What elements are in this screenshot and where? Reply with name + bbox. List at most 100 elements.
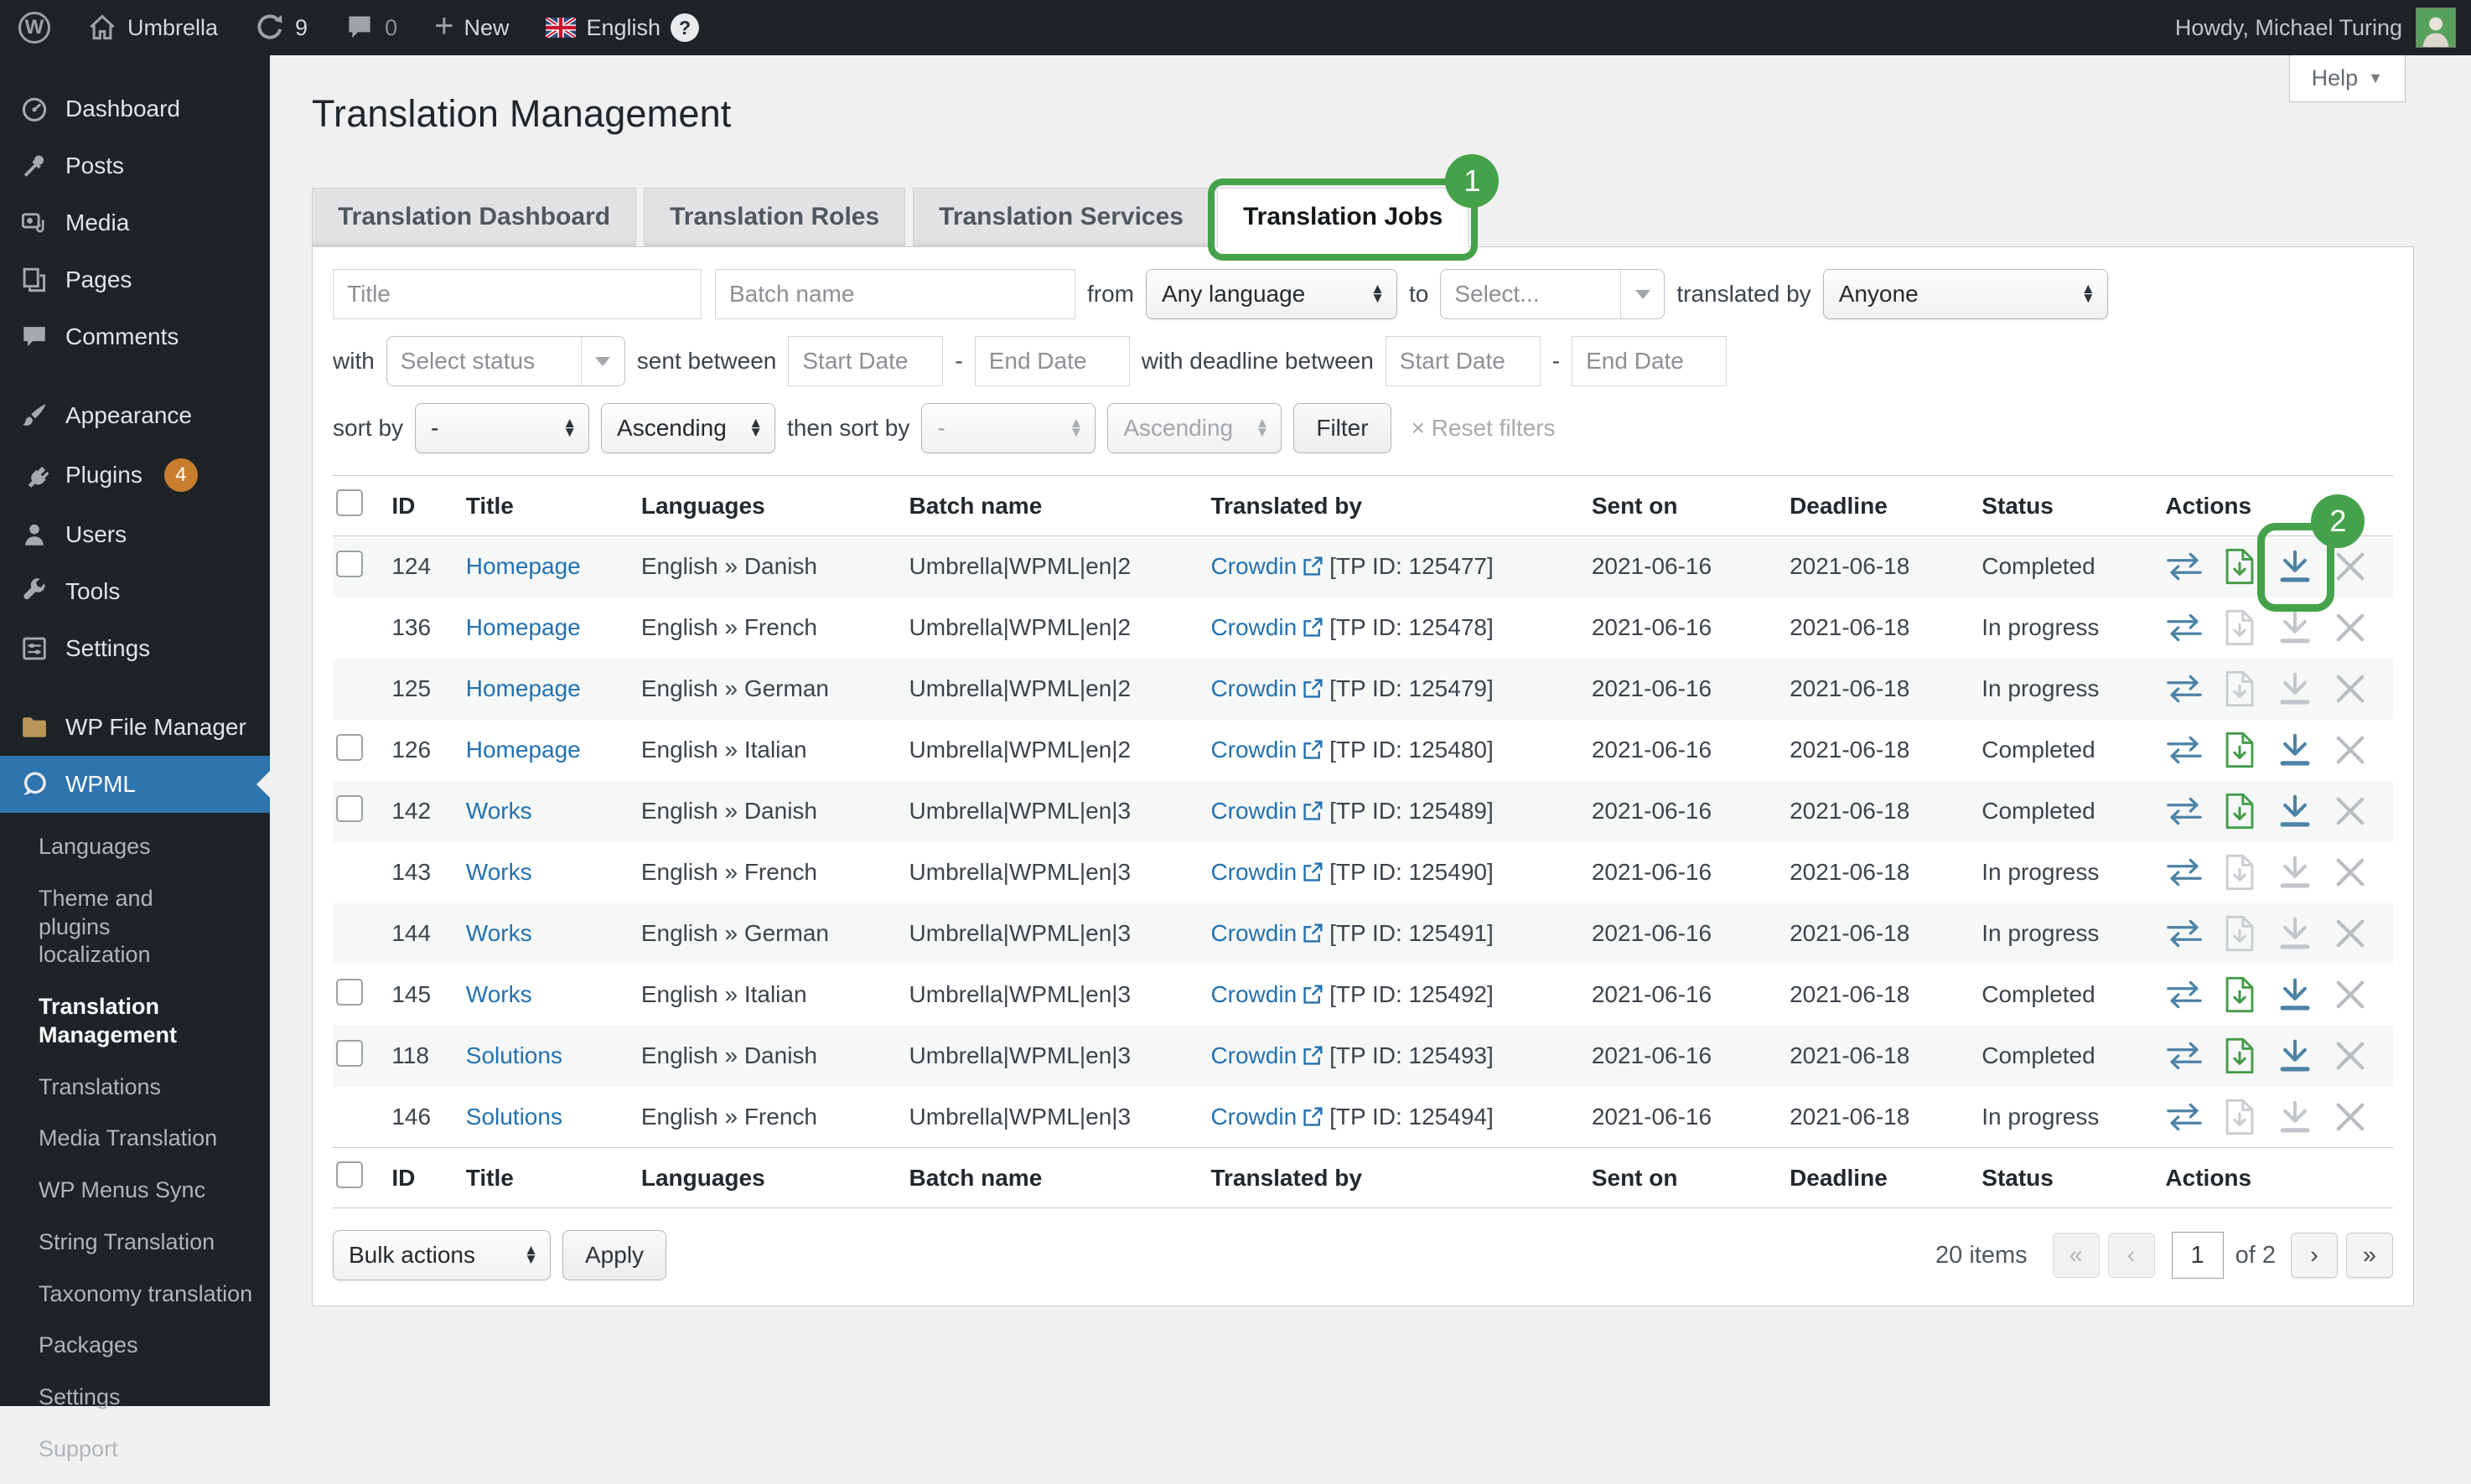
cancel-job-icon[interactable] [2331, 976, 2370, 1013]
wp-logo-menu[interactable]: W [0, 0, 69, 55]
download-xliff-icon[interactable] [2220, 1099, 2259, 1135]
download-translation-icon[interactable] [2276, 1099, 2314, 1135]
tab-translation-jobs[interactable]: Translation Jobs [1217, 188, 1469, 247]
submenu-packages[interactable]: Packages [0, 1320, 270, 1372]
sync-translation-icon[interactable] [2165, 793, 2204, 830]
sync-translation-icon[interactable] [2165, 976, 2204, 1013]
job-title-link[interactable]: Homepage [466, 553, 581, 579]
row-checkbox[interactable] [336, 1040, 363, 1067]
sync-translation-icon[interactable] [2165, 548, 2204, 585]
download-xliff-icon[interactable] [2220, 1037, 2259, 1074]
download-xliff-icon[interactable] [2220, 793, 2259, 830]
job-title-link[interactable]: Homepage [466, 614, 581, 640]
help-button[interactable]: Help ▼ [2289, 55, 2406, 102]
translator-link[interactable]: Crowdin [1210, 737, 1297, 763]
sync-translation-icon[interactable] [2165, 854, 2204, 891]
account-menu[interactable]: Howdy, Michael Turing [2175, 8, 2471, 48]
translator-link[interactable]: Crowdin [1210, 981, 1297, 1007]
download-xliff-icon[interactable] [2220, 854, 2259, 891]
tab-translation-roles[interactable]: Translation Roles [644, 188, 905, 247]
sync-translation-icon[interactable] [2165, 670, 2204, 707]
submenu-theme-localization[interactable]: Theme and plugins localization [0, 873, 201, 981]
download-translation-icon[interactable] [2276, 793, 2314, 830]
sidebar-item-pages[interactable]: Pages [0, 251, 270, 308]
download-translation-icon[interactable] [2276, 609, 2314, 646]
translator-link[interactable]: Crowdin [1210, 675, 1297, 701]
tab-translation-dashboard[interactable]: Translation Dashboard [312, 188, 636, 247]
cancel-job-icon[interactable] [2331, 915, 2370, 952]
updates-menu[interactable]: 9 [236, 0, 326, 55]
submenu-languages[interactable]: Languages [0, 821, 270, 873]
reset-filters-link[interactable]: × Reset filters [1412, 415, 1556, 442]
translator-link[interactable]: Crowdin [1210, 920, 1297, 946]
bulk-actions-select[interactable]: Bulk actions▲▼ [333, 1230, 551, 1280]
cancel-job-icon[interactable] [2331, 854, 2370, 891]
submenu-string-translation[interactable]: String Translation [0, 1217, 270, 1269]
download-xliff-icon[interactable] [2220, 732, 2259, 768]
job-title-link[interactable]: Homepage [466, 675, 581, 701]
translator-link[interactable]: Crowdin [1210, 1104, 1297, 1130]
cancel-job-icon[interactable] [2331, 732, 2370, 768]
current-page-input[interactable] [2172, 1232, 2224, 1279]
new-content-menu[interactable]: + New [416, 0, 527, 55]
sort2-field-select[interactable]: -▲▼ [921, 403, 1096, 453]
status-select[interactable]: Select status [386, 336, 625, 386]
help-circle-icon[interactable]: ? [671, 13, 699, 42]
submenu-support[interactable]: Support [0, 1424, 270, 1476]
download-translation-icon[interactable] [2276, 732, 2314, 768]
download-xliff-icon[interactable] [2220, 976, 2259, 1013]
sidebar-item-comments[interactable]: Comments [0, 308, 270, 365]
sort1-field-select[interactable]: -▲▼ [415, 403, 589, 453]
job-title-link[interactable]: Works [466, 981, 532, 1007]
cancel-job-icon[interactable] [2331, 793, 2370, 830]
cancel-job-icon[interactable] [2331, 548, 2370, 585]
sort2-direction-select[interactable]: Ascending▲▼ [1107, 403, 1282, 453]
translator-link[interactable]: Crowdin [1210, 798, 1297, 824]
submenu-wp-menus-sync[interactable]: WP Menus Sync [0, 1165, 270, 1217]
last-page-button[interactable]: » [2346, 1233, 2393, 1278]
sidebar-item-appearance[interactable]: Appearance [0, 387, 270, 444]
download-translation-icon[interactable] [2276, 854, 2314, 891]
download-translation-icon[interactable] [2276, 976, 2314, 1013]
download-xliff-icon[interactable] [2220, 670, 2259, 707]
sync-translation-icon[interactable] [2165, 1037, 2204, 1074]
download-xliff-icon[interactable] [2220, 915, 2259, 952]
submenu-translation-management[interactable]: Translation Management [0, 981, 201, 1062]
sidebar-item-wpml[interactable]: WPML [0, 756, 270, 813]
download-xliff-icon[interactable] [2220, 548, 2259, 585]
cancel-job-icon[interactable] [2331, 1037, 2370, 1074]
select-all-checkbox[interactable] [336, 1161, 363, 1188]
row-checkbox[interactable] [336, 979, 363, 1006]
job-title-link[interactable]: Solutions [466, 1104, 562, 1130]
filter-button[interactable]: Filter [1293, 403, 1391, 453]
job-title-link[interactable]: Solutions [466, 1042, 562, 1068]
sync-translation-icon[interactable] [2165, 609, 2204, 646]
translator-link[interactable]: Crowdin [1210, 859, 1297, 885]
row-checkbox[interactable] [336, 551, 363, 577]
sidebar-item-wp-file-manager[interactable]: WP File Manager [0, 699, 270, 756]
job-title-link[interactable]: Homepage [466, 737, 581, 763]
row-checkbox[interactable] [336, 795, 363, 822]
job-title-link[interactable]: Works [466, 920, 532, 946]
job-title-link[interactable]: Works [466, 798, 532, 824]
download-translation-icon[interactable] [2276, 915, 2314, 952]
apply-button[interactable]: Apply [562, 1230, 666, 1280]
sync-translation-icon[interactable] [2165, 915, 2204, 952]
cancel-job-icon[interactable] [2331, 1099, 2370, 1135]
sidebar-item-settings[interactable]: Settings [0, 620, 270, 677]
sent-end-date-input[interactable] [975, 336, 1130, 386]
sidebar-item-dashboard[interactable]: Dashboard [0, 80, 270, 137]
to-language-select[interactable]: Select... [1440, 269, 1665, 319]
download-translation-icon[interactable] [2276, 1037, 2314, 1074]
from-language-select[interactable]: Any language▲▼ [1146, 269, 1397, 319]
cancel-job-icon[interactable] [2331, 670, 2370, 707]
title-filter-input[interactable] [333, 269, 702, 319]
select-all-checkbox[interactable] [336, 489, 363, 516]
submenu-taxonomy-translation[interactable]: Taxonomy translation [0, 1269, 270, 1321]
sidebar-item-posts[interactable]: Posts [0, 137, 270, 194]
submenu-settings[interactable]: Settings [0, 1372, 270, 1424]
sent-start-date-input[interactable] [788, 336, 943, 386]
job-title-link[interactable]: Works [466, 859, 532, 885]
sync-translation-icon[interactable] [2165, 1099, 2204, 1135]
download-translation-icon[interactable] [2276, 548, 2314, 585]
